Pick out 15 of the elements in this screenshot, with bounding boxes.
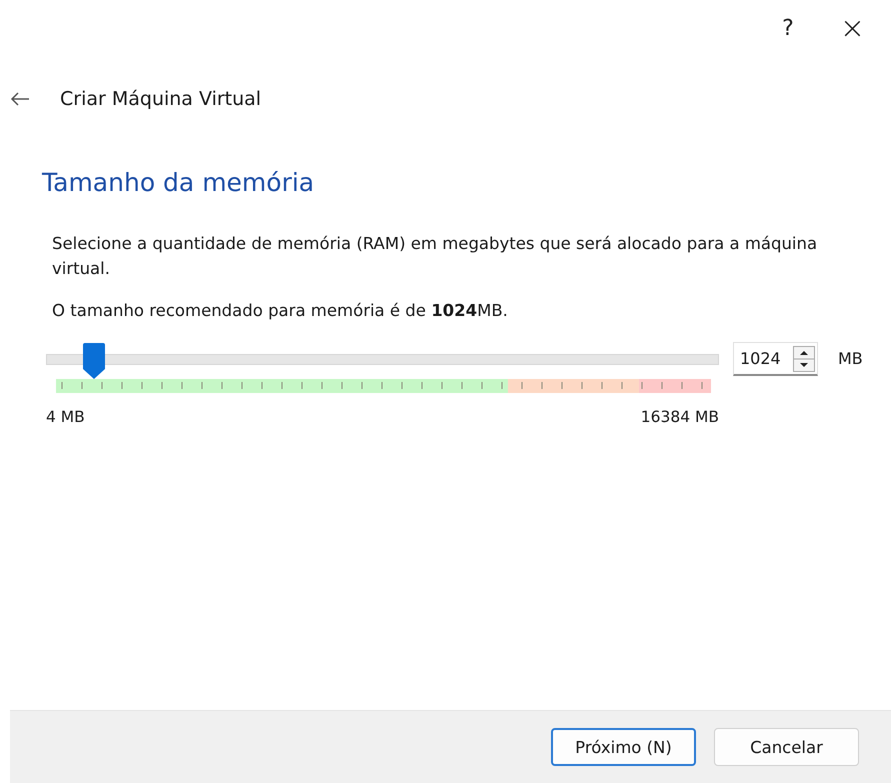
max-label: 16384 MB (640, 408, 719, 426)
min-label: 4 MB (46, 408, 85, 426)
help-button[interactable]: ? (782, 16, 794, 40)
page-heading: Tamanho da memória (42, 168, 316, 197)
unit-label: MB (838, 349, 863, 368)
wizard-title: Criar Máquina Virtual (60, 88, 262, 110)
close-button[interactable]: × (840, 10, 865, 46)
spin-arrows-icon[interactable] (793, 346, 815, 372)
cancel-button[interactable]: Cancelar (714, 728, 859, 766)
memory-spinbox[interactable]: 1024 (733, 342, 818, 376)
description-text: Selecione a quantidade de memória (RAM) em megabytes que será alocado para a máquina virtual. (52, 233, 818, 280)
slider-thumb[interactable] (82, 343, 106, 379)
next-button[interactable]: Próximo (N) (551, 728, 696, 766)
recommendation-text: O tamanho recomendado para memória é de 1024MB. (52, 301, 509, 320)
back-arrow-icon[interactable] (10, 92, 30, 106)
